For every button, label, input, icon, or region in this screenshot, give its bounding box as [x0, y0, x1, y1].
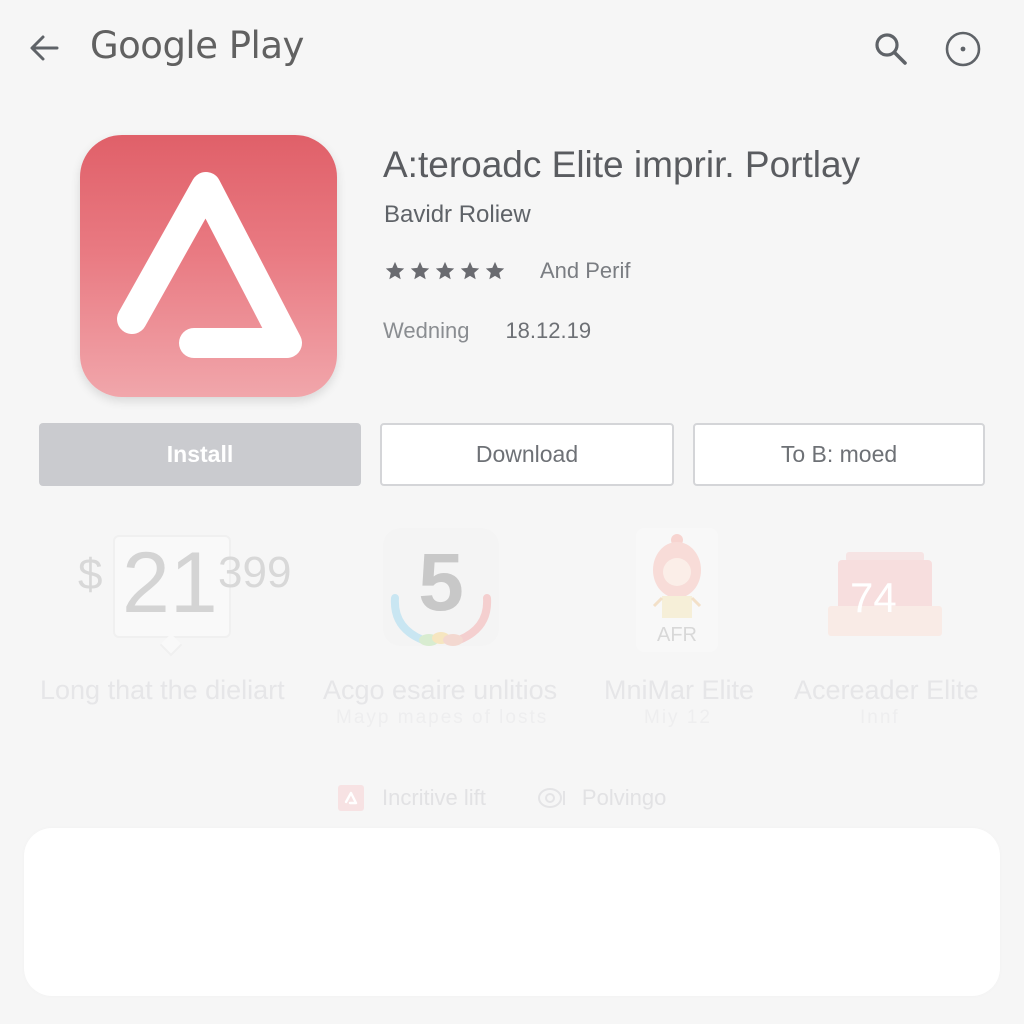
- rating-row: And Perif: [384, 257, 631, 285]
- related-subtitle: Innf: [860, 707, 900, 728]
- price-symbol: $: [78, 550, 103, 599]
- star-rating: [384, 260, 506, 282]
- remove-button[interactable]: To B: moed: [693, 423, 985, 486]
- star-icon: [460, 261, 480, 280]
- star-icon: [410, 261, 430, 280]
- price-main: 21: [122, 535, 218, 631]
- award-number: 5: [418, 537, 464, 628]
- related-title: Acgo esaire unlitios: [323, 675, 558, 705]
- bottom-card: [24, 828, 1000, 996]
- developer-name[interactable]: Bavidr Roliew: [384, 201, 531, 229]
- chip-row: Incritive lift Polvingo: [338, 783, 666, 813]
- search-icon: [875, 33, 907, 65]
- rating-label: And Perif: [540, 258, 631, 283]
- meta-label: Wedning: [383, 318, 470, 343]
- circle-dot-icon: [945, 31, 981, 67]
- eye-icon: [537, 788, 565, 808]
- award-badge: 5: [383, 528, 499, 646]
- meta-date: 18.12.19: [505, 318, 592, 343]
- mascot-label: AFR: [657, 624, 697, 646]
- chip-label[interactable]: Incritive lift: [382, 785, 486, 811]
- chip-app-icon: [338, 785, 364, 811]
- back-button[interactable]: [24, 28, 64, 68]
- related-subtitle: Mayp mapes of losts: [336, 707, 549, 728]
- reader-badge: 74: [828, 550, 942, 640]
- star-icon: [485, 261, 505, 280]
- star-icon: [385, 261, 405, 280]
- app-icon: [80, 135, 337, 397]
- download-button[interactable]: Download: [380, 423, 674, 486]
- app-logo-icon: [117, 172, 302, 358]
- chip-label[interactable]: Polvingo: [582, 785, 666, 811]
- reader-number: 74: [850, 574, 897, 621]
- mascot-badge: AFR: [636, 528, 718, 652]
- arrow-left-icon: [30, 35, 59, 61]
- brand-title: Google Play: [90, 24, 304, 67]
- price-cents: 399: [218, 548, 292, 597]
- app-title: A:teroadc Elite imprir. Portlay: [383, 144, 861, 185]
- related-title: Long that the dieliart: [40, 675, 285, 705]
- app-logo-icon: [344, 791, 358, 805]
- star-icon: [435, 261, 455, 280]
- install-button[interactable]: Install: [39, 423, 361, 486]
- top-app-bar: Google Play: [0, 0, 1024, 96]
- related-title: Acereader Elite: [794, 675, 979, 705]
- related-subtitle: Miy 12: [644, 707, 712, 728]
- meta-row: Wedning 18.12.19: [383, 318, 591, 344]
- related-apps: $ 21 399 Long that the dieliart 5 Acgo e…: [0, 510, 1024, 750]
- related-title: MniMar Elite: [604, 675, 755, 705]
- mascot-icon: [652, 534, 702, 618]
- more-options-button[interactable]: [942, 28, 984, 70]
- search-button[interactable]: [870, 28, 912, 70]
